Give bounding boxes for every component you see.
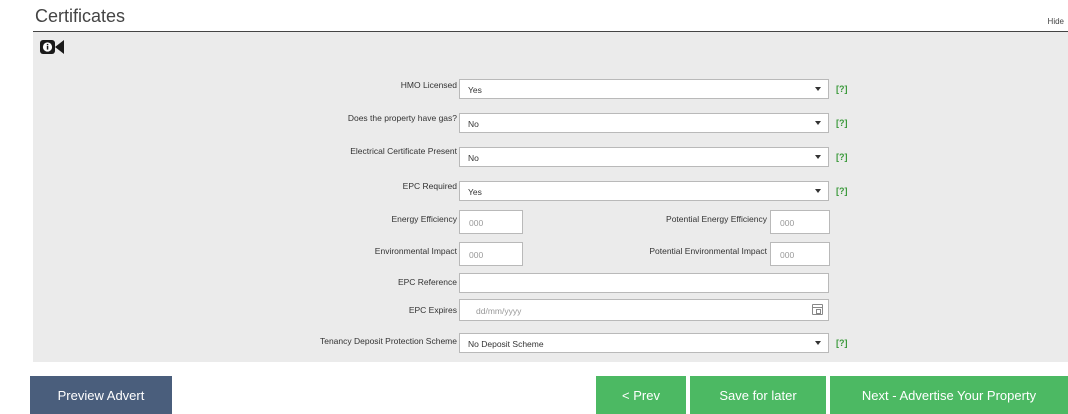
potential-environmental-impact-label: Potential Environmental Impact <box>649 246 767 256</box>
energy-efficiency-input[interactable]: 000 <box>459 210 523 234</box>
energy-efficiency-label: Energy Efficiency <box>391 214 457 224</box>
environmental-impact-label: Environmental Impact <box>374 246 457 256</box>
hmo-licensed-help[interactable]: [?] <box>836 84 848 94</box>
epc-required-help[interactable]: [?] <box>836 186 848 196</box>
electrical-certificate-help[interactable]: [?] <box>836 152 848 162</box>
potential-environmental-impact-input[interactable]: 000 <box>770 242 830 266</box>
epc-expires-input[interactable]: dd/mm/yyyy <box>459 299 829 321</box>
electrical-certificate-value: No <box>468 153 479 163</box>
chevron-down-icon <box>815 189 821 193</box>
epc-reference-label: EPC Reference <box>397 277 457 287</box>
deposit-scheme-help[interactable]: [?] <box>836 338 848 348</box>
hide-link[interactable]: Hide <box>1048 17 1064 26</box>
hmo-licensed-label: HMO Licensed <box>400 80 457 90</box>
chevron-down-icon <box>815 341 821 345</box>
environmental-impact-input[interactable]: 000 <box>459 242 523 266</box>
section-header: Certificates Hide <box>33 6 1068 32</box>
next-advertise-button[interactable]: Next - Advertise Your Property <box>830 376 1068 414</box>
chevron-down-icon <box>815 155 821 159</box>
electrical-certificate-label: Electrical Certificate Present <box>350 146 457 156</box>
hmo-licensed-select[interactable]: Yes <box>459 79 829 99</box>
preview-advert-button[interactable]: Preview Advert <box>30 376 172 414</box>
certificates-panel: HMO Licensed Yes [?] Does the property h… <box>33 32 1068 362</box>
deposit-scheme-select[interactable]: No Deposit Scheme <box>459 333 829 353</box>
epc-required-label: EPC Required <box>402 181 457 191</box>
deposit-scheme-label: Tenancy Deposit Protection Scheme <box>319 336 457 346</box>
prev-button[interactable]: < Prev <box>596 376 686 414</box>
potential-energy-efficiency-label: Potential Energy Efficiency <box>666 214 767 224</box>
property-gas-help[interactable]: [?] <box>836 118 848 128</box>
property-gas-value: No <box>468 119 479 129</box>
electrical-certificate-select[interactable]: No <box>459 147 829 167</box>
chevron-down-icon <box>815 121 821 125</box>
epc-required-select[interactable]: Yes <box>459 181 829 201</box>
potential-energy-efficiency-input[interactable]: 000 <box>770 210 830 234</box>
chevron-down-icon <box>815 87 821 91</box>
save-for-later-button[interactable]: Save for later <box>690 376 826 414</box>
video-camera-info-icon[interactable] <box>39 38 65 56</box>
calendar-icon[interactable] <box>812 304 823 315</box>
epc-required-value: Yes <box>468 187 482 197</box>
epc-expires-label: EPC Expires <box>408 305 457 315</box>
section-title: Certificates <box>35 6 126 26</box>
property-gas-select[interactable]: No <box>459 113 829 133</box>
epc-reference-input[interactable] <box>459 273 829 293</box>
hmo-licensed-value: Yes <box>468 85 482 95</box>
property-gas-label: Does the property have gas? <box>347 113 457 123</box>
deposit-scheme-value: No Deposit Scheme <box>468 339 544 349</box>
